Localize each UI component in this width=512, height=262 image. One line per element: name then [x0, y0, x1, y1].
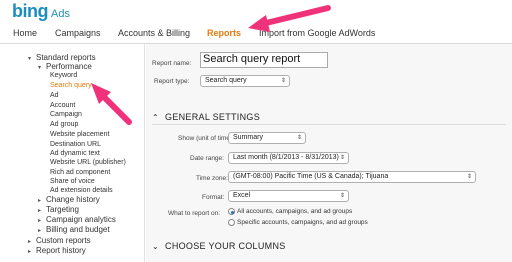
sidebar-item-website-url-publisher[interactable]: Website URL (publisher)	[50, 158, 126, 167]
time-zone-select[interactable]: (GMT-08:00) Pacific Time (US & Canada); …	[228, 171, 476, 183]
format-label: Format:	[202, 194, 225, 201]
reports-sidebar: ▾ Standard reports ▾ Performance Keyword S…	[0, 44, 144, 262]
nav-reports[interactable]: Reports	[207, 28, 241, 38]
dropdown-arrows-icon: ⇕	[296, 135, 302, 141]
bing-ads-logo[interactable]: bing Ads	[12, 1, 70, 22]
nav-home[interactable]: Home	[13, 28, 37, 38]
report-on-all-option[interactable]: All accounts, campaigns, and ad groups	[228, 208, 352, 215]
date-range-select[interactable]: Last month (8/1/2013 - 8/31/2013) ⇕	[228, 152, 349, 164]
sidebar-item-ad-dynamic-text[interactable]: Ad dynamic text	[50, 149, 100, 158]
dropdown-arrows-icon: ⇕	[339, 153, 345, 163]
nav-campaigns[interactable]: Campaigns	[55, 28, 101, 38]
sidebar-billing-budget[interactable]: ▸ Billing and budget	[38, 225, 110, 236]
chevron-up-icon: ⌃	[152, 113, 160, 122]
expand-triangle-icon: ▸	[38, 228, 42, 234]
choose-columns-header[interactable]: ⌄ CHOOSE YOUR COLUMNS	[152, 241, 286, 251]
date-range-label: Date range:	[190, 155, 224, 162]
radio-unselected-icon[interactable]	[228, 219, 235, 226]
collapse-triangle-icon: ▾	[28, 56, 32, 62]
general-settings-header[interactable]: ⌃ GENERAL SETTINGS	[152, 112, 260, 122]
sidebar-item-campaign[interactable]: Campaign	[50, 110, 82, 119]
radio-selected-icon[interactable]	[228, 208, 235, 215]
nav-import-adwords[interactable]: Import from Google AdWords	[259, 28, 375, 38]
sidebar-item-rich-ad-component[interactable]: Rich ad component	[50, 168, 110, 177]
nav-accounts-billing[interactable]: Accounts & Billing	[118, 28, 190, 38]
sidebar-item-keyword[interactable]: Keyword	[50, 71, 77, 80]
time-zone-label: Time zone:	[196, 175, 228, 182]
collapse-triangle-icon: ▾	[38, 65, 42, 71]
logo-bing-text: bing	[12, 1, 49, 21]
what-to-report-label: What to report on:	[168, 210, 221, 217]
expand-triangle-icon: ▸	[28, 249, 32, 255]
dropdown-arrows-icon: ⇕	[466, 174, 472, 180]
sidebar-item-destination-url[interactable]: Destination URL	[50, 140, 101, 149]
dropdown-arrows-icon: ⇕	[280, 78, 286, 84]
show-unit-select[interactable]: Summary ⇕	[228, 132, 306, 144]
report-form: Report name: Search query report Report …	[146, 44, 512, 262]
report-type-select[interactable]: Search query ⇕	[200, 75, 290, 87]
section-divider	[152, 124, 506, 125]
report-name-input[interactable]: Search query report	[200, 52, 328, 68]
main-nav: Home Campaigns Accounts & Billing Report…	[0, 24, 512, 44]
sidebar-item-share-of-voice[interactable]: Share of voice	[50, 177, 95, 186]
report-name-label: Report name:	[152, 60, 192, 67]
show-unit-label: Show (unit of time):	[178, 135, 234, 142]
sidebar-item-account[interactable]: Account	[50, 101, 75, 110]
sidebar-report-history[interactable]: ▸ Report history	[28, 246, 86, 257]
sidebar-divider	[144, 44, 145, 262]
brand-bar: bing Ads	[0, 0, 512, 22]
sidebar-item-ad-group[interactable]: Ad group	[50, 120, 78, 129]
sidebar-item-search-query[interactable]: Search query	[50, 81, 92, 90]
sidebar-item-ad[interactable]: Ad	[50, 91, 59, 100]
chevron-down-icon: ⌄	[152, 242, 160, 251]
sidebar-item-website-placement[interactable]: Website placement	[50, 130, 109, 139]
sidebar-item-ad-extension-details[interactable]: Ad extension details	[50, 186, 113, 195]
dropdown-arrows-icon: ⇕	[339, 193, 345, 199]
report-type-label: Report type:	[154, 78, 190, 85]
logo-ads-text: Ads	[51, 8, 70, 20]
format-select[interactable]: Excel ⇕	[228, 190, 349, 202]
report-on-specific-option[interactable]: Specific accounts, campaigns, and ad gro…	[228, 219, 368, 226]
